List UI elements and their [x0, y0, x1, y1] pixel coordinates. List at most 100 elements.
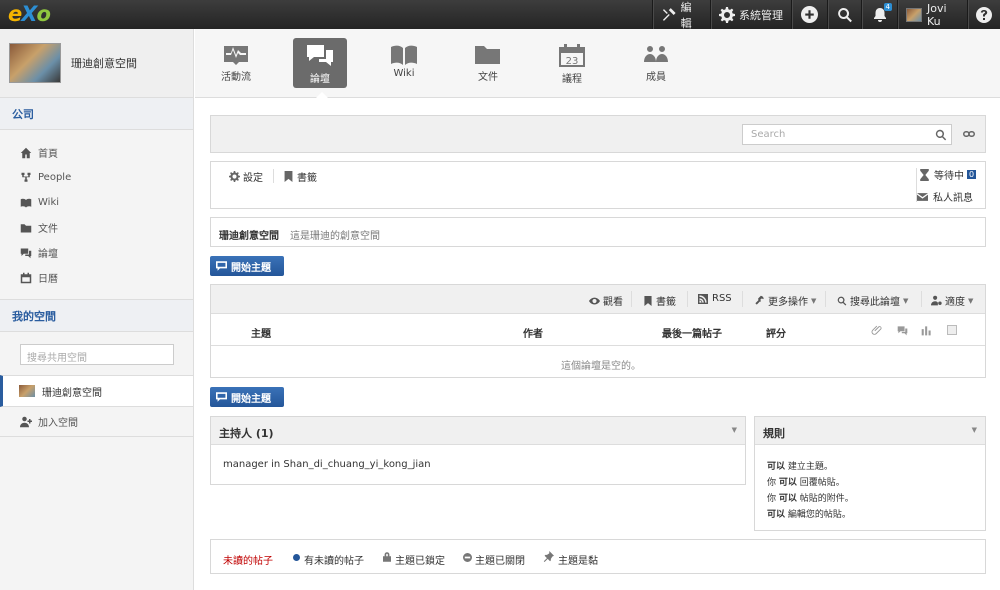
replies-icon	[897, 326, 908, 336]
notifications-button[interactable]: 4	[861, 0, 897, 29]
search-button[interactable]	[827, 0, 861, 29]
calendar-icon	[20, 272, 32, 283]
forum-search-bar: Search	[210, 115, 986, 153]
legend-sticky: 主題是黏	[558, 556, 598, 567]
rss-icon	[698, 293, 708, 304]
settings-link[interactable]: 設定	[229, 169, 263, 184]
legend-closed: 主題已關閉	[475, 556, 525, 567]
moderators-list: manager in Shan_di_chuang_yi_kong_jian	[223, 459, 431, 470]
rule-line: 可以 編輯您的帖貼。	[767, 510, 851, 520]
forum-description: 這是珊迪的創意空間	[290, 231, 380, 242]
link-icon[interactable]	[963, 129, 975, 139]
company-section-title: 公司	[0, 98, 193, 130]
search-icon[interactable]	[935, 129, 947, 141]
tools-icon	[662, 7, 676, 21]
start-topic-button[interactable]: 開始主題	[210, 256, 284, 276]
comment-icon	[216, 261, 227, 271]
members-icon	[644, 46, 668, 62]
watch-button[interactable]: 觀看	[589, 293, 623, 308]
sidebar-item-wiki[interactable]: Wiki	[0, 190, 193, 215]
admin-button[interactable]: 系統管理	[710, 0, 791, 29]
space-avatar[interactable]	[9, 43, 61, 83]
add-button[interactable]	[791, 0, 827, 29]
legend-has-unread: 有未讀的帖子	[304, 556, 364, 567]
network-icon	[21, 172, 31, 182]
user-gear-icon	[931, 295, 942, 306]
select-all-checkbox[interactable]	[947, 325, 957, 335]
space-app-tabs: 活動流 論壇 Wiki 文件 23 議程 成員	[195, 29, 1000, 98]
pending-link[interactable]: 等待中 0	[920, 167, 977, 182]
chat-icon	[20, 248, 32, 258]
sidebar-item-calendar[interactable]: 日曆	[0, 265, 193, 290]
more-actions-dropdown[interactable]: 更多操作 ▼	[754, 293, 816, 308]
caret-down-icon[interactable]: ▼	[972, 426, 977, 434]
tab-forum[interactable]: 論壇	[293, 38, 347, 88]
my-spaces-section-title: 我的空間	[0, 300, 193, 332]
forum-info-panel: 珊迪創意空間 這是珊迪的創意空間	[210, 217, 986, 247]
folder-icon	[475, 46, 500, 64]
private-message-link[interactable]: 私人訊息	[917, 189, 973, 204]
forum-search-input[interactable]: Search	[742, 124, 952, 145]
search-forum-dropdown[interactable]: 搜尋此論壇 ▼	[837, 293, 908, 308]
pin-icon	[543, 551, 554, 562]
column-header-topic[interactable]: 主題	[251, 325, 271, 340]
moderators-header[interactable]: 主持人 (1) ▼	[211, 417, 745, 445]
top-navigation-bar: eXo 編輯 系統管理 4 Jovi Ku	[0, 0, 1000, 30]
forum-name: 珊迪創意空間	[219, 231, 279, 242]
left-sidebar: 珊迪創意空間 公司 首頁 People Wiki 文件 論壇 日曆 我的空間 搜…	[0, 29, 194, 590]
topics-panel: 觀看 書籤 RSS 更多操作 ▼ 搜尋此論壇 ▼ 適度 ▼ 主題 作者 最後一篇帖子 …	[210, 284, 986, 378]
bookmark-forum-button[interactable]: 書籤	[644, 293, 676, 308]
tab-members[interactable]: 成員	[629, 38, 683, 88]
caret-down-icon[interactable]: ▼	[732, 426, 737, 434]
gear-icon	[229, 171, 240, 182]
forum-user-toolbar: 設定 書籤 等待中 0 私人訊息	[210, 161, 986, 209]
book-icon	[20, 198, 32, 207]
sidebar-space-item[interactable]: 珊迪創意空間	[0, 375, 193, 407]
sidebar-item-documents[interactable]: 文件	[0, 215, 193, 240]
caret-down-icon: ▼	[811, 296, 817, 305]
folder-icon	[20, 223, 32, 232]
caret-down-icon: ▼	[968, 296, 974, 305]
rules-panel: 規則 ▼ 可以 建立主題。 你 可以 回覆帖貼。 你 可以 帖貼的附件。 可以 …	[754, 416, 986, 531]
tab-documents[interactable]: 文件	[461, 38, 515, 88]
forum-icon	[307, 45, 333, 66]
sidebar-item-forum[interactable]: 論壇	[0, 240, 193, 265]
caret-down-icon: ▼	[903, 296, 909, 305]
activity-icon	[224, 46, 248, 65]
help-button[interactable]	[967, 0, 1000, 29]
help-icon	[976, 6, 992, 23]
views-chart-icon	[921, 326, 931, 336]
exo-logo[interactable]: eXo	[8, 2, 51, 26]
rss-button[interactable]: RSS	[698, 293, 732, 304]
edit-button[interactable]: 編輯	[652, 0, 710, 30]
bookmark-icon	[644, 295, 652, 306]
eye-icon	[589, 297, 600, 304]
notification-count-badge: 4	[883, 3, 892, 11]
closed-icon	[463, 553, 472, 562]
start-topic-button-bottom[interactable]: 開始主題	[210, 387, 284, 407]
unread-dot-icon	[293, 554, 300, 561]
space-search-input[interactable]: 搜尋共用空間	[20, 344, 174, 365]
column-header-author[interactable]: 作者	[523, 325, 543, 340]
book-icon	[391, 45, 417, 65]
tab-agenda[interactable]: 23 議程	[545, 38, 599, 88]
space-title[interactable]: 珊迪創意空間	[71, 55, 137, 71]
sidebar-item-home[interactable]: 首頁	[0, 140, 193, 165]
legend-locked: 主題已鎖定	[395, 556, 445, 567]
legend-unread: 未讀的帖子	[223, 556, 273, 567]
column-header-rating[interactable]: 評分	[766, 325, 786, 340]
rules-list: 可以 建立主題。 你 可以 回覆帖貼。 你 可以 帖貼的附件。 可以 編輯您的帖…	[767, 459, 854, 523]
rules-header[interactable]: 規則 ▼	[755, 417, 985, 445]
moderation-dropdown[interactable]: 適度 ▼	[931, 293, 973, 308]
tab-wiki[interactable]: Wiki	[377, 38, 431, 88]
moderators-panel: 主持人 (1) ▼ manager in Shan_di_chuang_yi_k…	[210, 416, 746, 485]
bookmarks-link[interactable]: 書籤	[284, 169, 317, 184]
join-space-link[interactable]: 加入空間	[0, 407, 193, 437]
sidebar-item-people[interactable]: People	[0, 165, 193, 190]
user-menu[interactable]: Jovi Ku	[897, 0, 967, 29]
empty-forum-message: 這個論壇是空的。	[561, 361, 641, 372]
tab-activity-stream[interactable]: 活動流	[209, 38, 263, 88]
home-icon	[20, 147, 32, 158]
column-header-last-post[interactable]: 最後一篇帖子	[662, 325, 722, 340]
topics-table-header: 主題 作者 最後一篇帖子 評分	[211, 314, 985, 346]
